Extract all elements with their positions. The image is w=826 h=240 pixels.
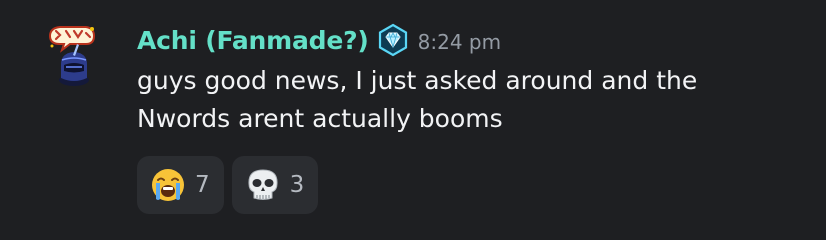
message-content: Achi (Fanmade?) 8:24 pm guys good news, …: [137, 20, 807, 138]
reaction-count: 7: [195, 172, 210, 198]
message-header: Achi (Fanmade?) 8:24 pm: [137, 20, 807, 60]
user-avatar[interactable]: [44, 22, 100, 88]
avatar-icon: [48, 26, 96, 86]
reaction-crying[interactable]: 7: [137, 156, 224, 214]
message-line: Nwords arent actually booms: [137, 104, 503, 133]
chat-message: Achi (Fanmade?) 8:24 pm guys good news, …: [0, 0, 826, 240]
message-line: guys good news, I just asked around and …: [137, 66, 698, 95]
diamond-badge-icon[interactable]: [376, 23, 410, 57]
skull-icon: [244, 166, 282, 204]
loudly-crying-face-icon: [149, 166, 187, 204]
timestamp: 8:24 pm: [417, 29, 502, 54]
message-body: guys good news, I just asked around and …: [137, 62, 757, 138]
reaction-count: 3: [289, 172, 305, 198]
username[interactable]: Achi (Fanmade?): [137, 26, 369, 55]
reaction-skull[interactable]: 3: [231, 156, 319, 214]
reactions-bar: 7 3: [137, 156, 319, 214]
